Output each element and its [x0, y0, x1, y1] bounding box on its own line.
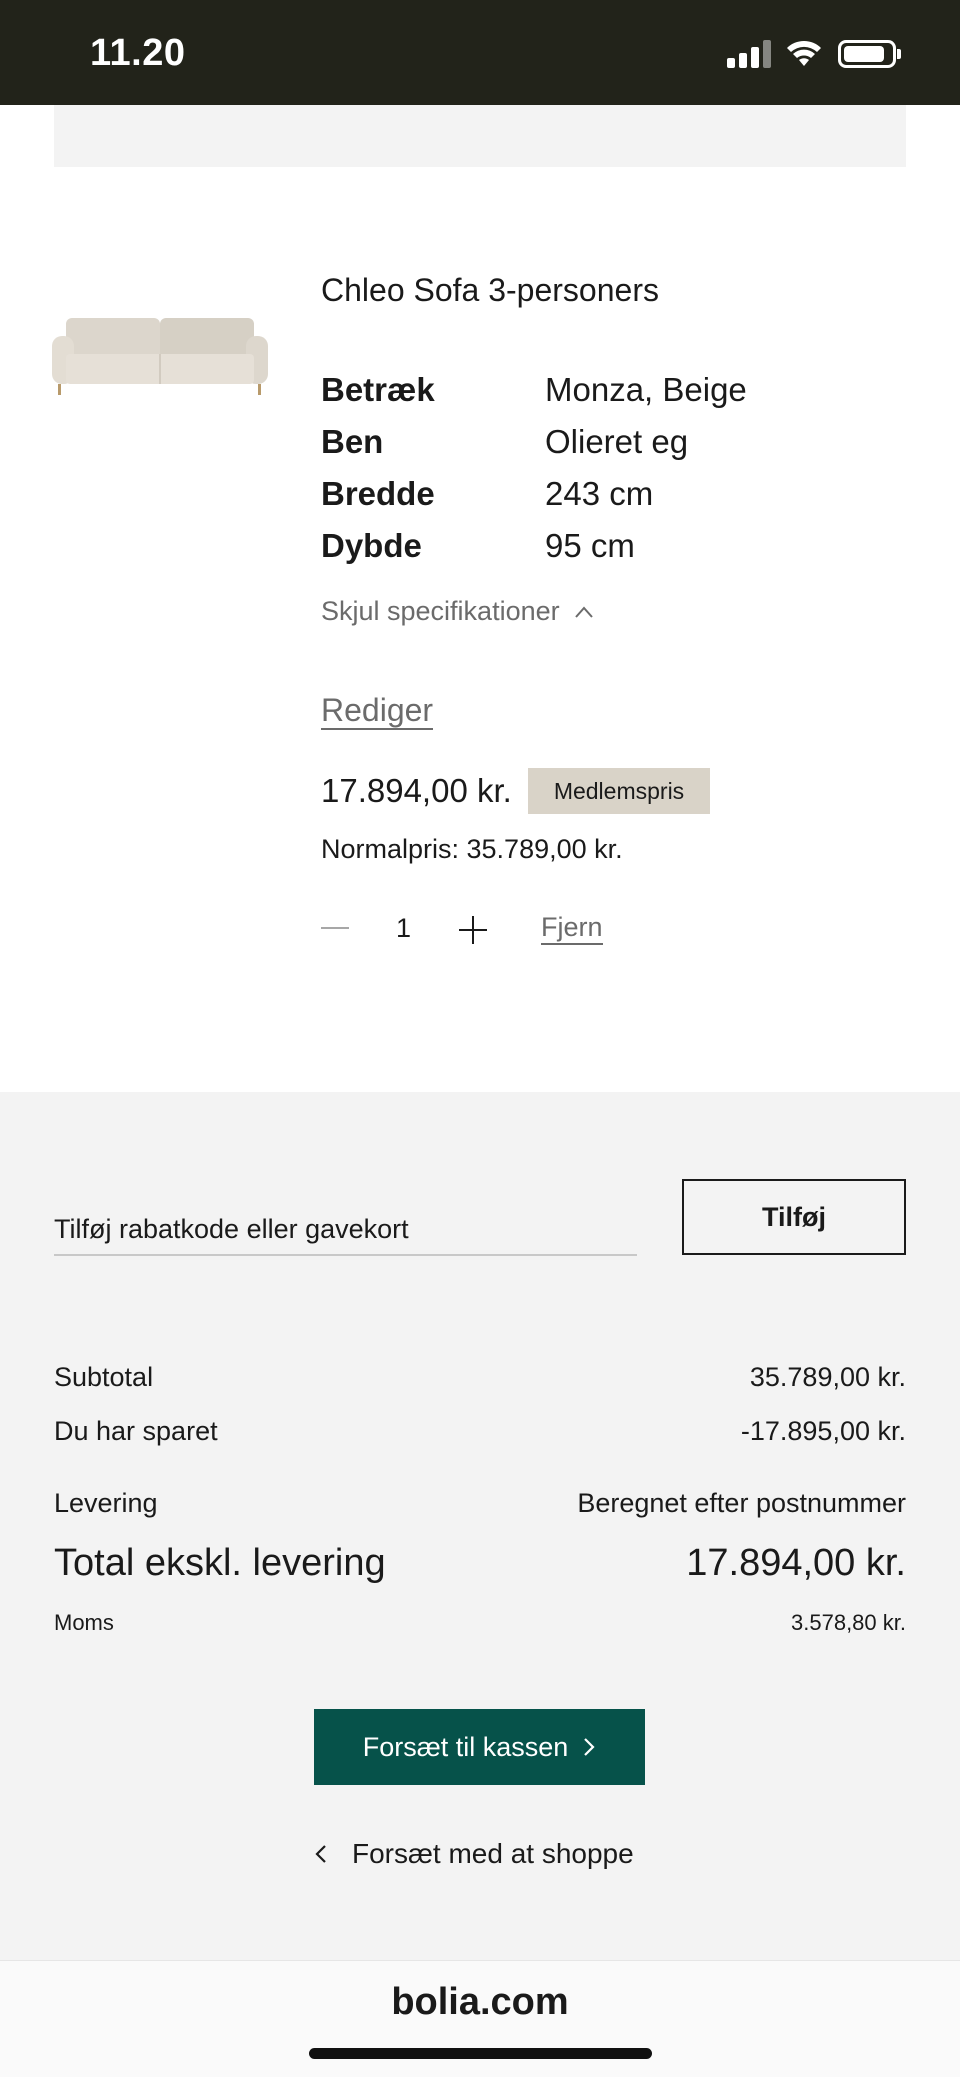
normal-price: Normalpris: 35.789,00 kr. — [321, 834, 623, 864]
cellular-signal-icon — [727, 40, 771, 68]
spec-key: Dybde — [321, 527, 422, 564]
quantity-value: 1 — [396, 912, 412, 943]
wifi-icon — [787, 40, 821, 66]
spec-row: Ben Olieret eg — [321, 416, 747, 468]
spec-row: Betræk Monza, Beige — [321, 364, 747, 416]
chevron-up-icon — [574, 605, 593, 618]
spec-row: Dybde 95 cm — [321, 520, 747, 572]
spec-value: Olieret eg — [545, 423, 689, 460]
discount-code-input[interactable]: Tilføj rabatkode eller gavekort — [54, 1212, 637, 1256]
increase-quantity-button[interactable] — [459, 916, 487, 944]
product-price: 17.894,00 kr. — [321, 772, 512, 809]
vat-value: 3.578,80 kr. — [791, 1610, 906, 1635]
remove-link[interactable]: Fjern — [541, 911, 603, 945]
quantity-stepper: 1 Fjern — [321, 904, 603, 952]
browser-address-bar[interactable]: bolia.com — [0, 1960, 960, 2077]
home-indicator[interactable] — [309, 2048, 652, 2059]
savings-row: Du har sparet -17.895,00 kr. — [54, 1416, 906, 1447]
status-time: 11.20 — [90, 32, 186, 74]
browser-url[interactable]: bolia.com — [0, 1981, 960, 2024]
member-price-badge: Medlemspris — [528, 768, 710, 814]
continue-shopping-link[interactable]: Forsæt med at shoppe — [314, 1838, 654, 1870]
delivery-value: Beregnet efter postnummer — [577, 1488, 906, 1518]
total-label: Total ekskl. levering — [54, 1542, 386, 1584]
total-row: Total ekskl. levering 17.894,00 kr. — [54, 1542, 906, 1585]
subtotal-value: 35.789,00 kr. — [749, 1362, 906, 1392]
top-banner-placeholder — [54, 105, 906, 167]
status-bar: 11.20 — [0, 0, 960, 105]
battery-icon — [838, 40, 901, 68]
total-value: 17.894,00 kr. — [686, 1542, 906, 1584]
checkout-button[interactable]: Forsæt til kassen — [314, 1709, 645, 1785]
chevron-right-icon — [584, 1738, 595, 1756]
product-specs: Betræk Monza, Beige Ben Olieret eg Bredd… — [321, 364, 747, 572]
decrease-quantity-button[interactable] — [321, 927, 349, 929]
subtotal-row: Subtotal 35.789,00 kr. — [54, 1362, 906, 1393]
delivery-label: Levering — [54, 1488, 158, 1518]
checkout-button-label: Forsæt til kassen — [362, 1731, 569, 1762]
sofa-image[interactable] — [52, 310, 268, 396]
edit-link[interactable]: Rediger — [321, 692, 434, 730]
spec-key: Betræk — [321, 371, 435, 408]
spec-value: Monza, Beige — [545, 371, 747, 408]
vat-row: Moms 3.578,80 kr. — [54, 1610, 906, 1636]
add-discount-button[interactable]: Tilføj — [682, 1179, 906, 1255]
hide-specs-label: Skjul specifikationer — [321, 596, 560, 626]
savings-value: -17.895,00 kr. — [740, 1416, 906, 1446]
delivery-row: Levering Beregnet efter postnummer — [54, 1488, 906, 1519]
spec-value: 243 cm — [545, 475, 654, 512]
spec-key: Bredde — [321, 475, 435, 512]
chevron-left-icon — [315, 1845, 326, 1863]
spec-row: Bredde 243 cm — [321, 468, 747, 520]
savings-label: Du har sparet — [54, 1416, 218, 1446]
spec-value: 95 cm — [545, 527, 635, 564]
continue-shopping-label: Forsæt med at shoppe — [352, 1838, 634, 1869]
subtotal-label: Subtotal — [54, 1362, 154, 1392]
spec-key: Ben — [321, 423, 384, 460]
product-name[interactable]: Chleo Sofa 3-personers — [321, 272, 659, 309]
vat-label: Moms — [54, 1610, 114, 1635]
hide-specs-toggle[interactable]: Skjul specifikationer — [321, 596, 594, 627]
